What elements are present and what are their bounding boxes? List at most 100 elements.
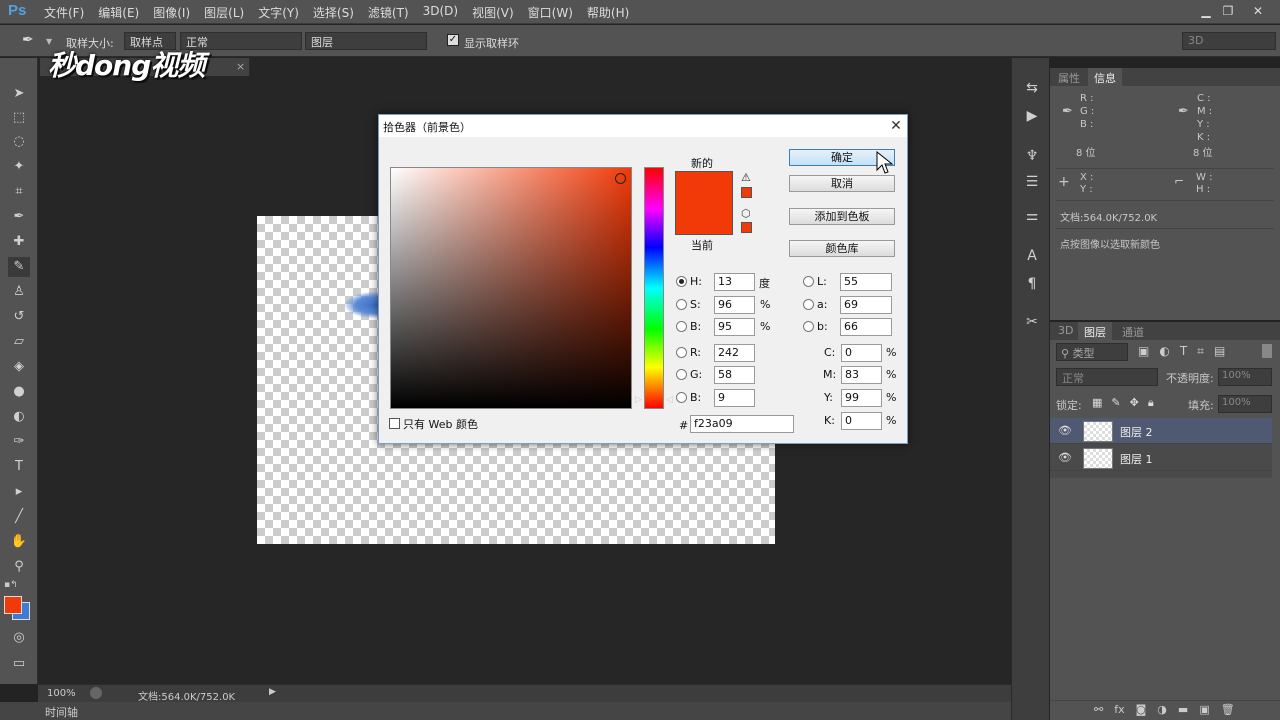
layer-row[interactable]: 👁︎ 图层 2 <box>1050 418 1272 444</box>
adjustment-layer-icon[interactable]: ◑ <box>1157 703 1167 716</box>
layer-filter-select[interactable]: ⚲ 类型 <box>1056 343 1128 361</box>
menu-help[interactable]: 帮助(H) <box>587 4 629 21</box>
shape-filter-icon[interactable]: ⌗ <box>1197 344 1204 359</box>
dodge-tool-icon[interactable]: ◐ <box>8 407 30 427</box>
menu-select[interactable]: 选择(S) <box>313 4 354 21</box>
filter-toggle[interactable] <box>1262 344 1272 358</box>
quick-mask-icon[interactable]: ◎ <box>8 628 30 648</box>
type-tool-icon[interactable]: T <box>8 457 30 477</box>
tab-channels[interactable]: 通道 <box>1116 322 1150 340</box>
close-window-icon[interactable]: ✕ <box>1248 2 1268 20</box>
eyedropper-tool-icon[interactable]: ✒ <box>8 207 30 227</box>
menu-view[interactable]: 视图(V) <box>472 4 514 21</box>
default-colors-icon[interactable]: ▪↰ <box>4 580 18 590</box>
move-tool-icon[interactable]: ➤ <box>8 84 30 104</box>
color-marker[interactable] <box>615 173 626 184</box>
crop-tool-icon[interactable]: ⌗ <box>8 182 30 202</box>
hue-slider-left-arrow-icon[interactable]: ▷ <box>635 395 642 405</box>
new-group-icon[interactable]: ▬ <box>1178 703 1188 716</box>
status-info-icon[interactable] <box>90 687 102 699</box>
visibility-eye-icon[interactable]: 👁︎ <box>1058 424 1072 437</box>
status-menu-arrow-icon[interactable]: ▶ <box>269 687 276 697</box>
layer-sample-select[interactable]: 图层 <box>305 32 427 50</box>
layer-name[interactable]: 图层 2 <box>1120 424 1153 440</box>
saturation-radio[interactable] <box>676 299 687 310</box>
web-only-checkbox[interactable] <box>389 418 400 429</box>
lab-b-radio[interactable] <box>803 321 814 332</box>
hue-slider-right-arrow-icon[interactable]: ◁ <box>666 395 673 405</box>
workspace-select[interactable]: 3D <box>1182 32 1276 50</box>
clone-source-icon[interactable]: ⚌ <box>1022 208 1042 228</box>
menu-file[interactable]: 文件(F) <box>44 4 84 21</box>
history-icon[interactable]: ⇆ <box>1022 80 1042 100</box>
hue-slider[interactable] <box>644 167 664 409</box>
lab-b-input[interactable]: 66 <box>840 318 892 336</box>
black-input[interactable]: 0 <box>841 412 882 430</box>
menu-3d[interactable]: 3D(D) <box>423 4 458 21</box>
delete-layer-icon[interactable]: 🗑︎ <box>1221 703 1235 716</box>
brush-presets-icon[interactable]: ♆ <box>1022 148 1042 168</box>
brightness-radio[interactable] <box>676 321 687 332</box>
pixel-filter-icon[interactable]: ▣ <box>1138 344 1149 359</box>
stamp-tool-icon[interactable]: ♙ <box>8 282 30 302</box>
lab-a-input[interactable]: 69 <box>840 296 892 314</box>
menu-filter[interactable]: 滤镜(T) <box>368 4 409 21</box>
yellow-input[interactable]: 99 <box>841 389 882 407</box>
red-radio[interactable] <box>676 347 687 358</box>
line-tool-icon[interactable]: ╱ <box>8 507 30 527</box>
current-color-swatch[interactable] <box>675 203 733 235</box>
pen-tool-icon[interactable]: ✑ <box>8 432 30 452</box>
restore-icon[interactable]: ❐ <box>1218 2 1238 20</box>
menu-layer[interactable]: 图层(L) <box>204 4 244 21</box>
lock-pixels-icon[interactable]: ✎ <box>1111 396 1120 410</box>
hand-tool-icon[interactable]: ✋ <box>8 532 30 552</box>
lab-l-radio[interactable] <box>803 276 814 287</box>
hue-input[interactable]: 13 <box>714 273 755 291</box>
screen-mode-icon[interactable]: ▭ <box>8 654 30 674</box>
adjust-filter-icon[interactable]: ◐ <box>1159 344 1169 359</box>
add-to-swatches-button[interactable]: 添加到色板 <box>789 208 895 225</box>
lasso-tool-icon[interactable]: ◌ <box>8 132 30 152</box>
character-icon[interactable]: A <box>1022 248 1042 268</box>
hex-input[interactable]: f23a09 <box>690 415 794 433</box>
type-filter-icon[interactable]: T <box>1180 344 1187 359</box>
blue-input[interactable]: 9 <box>714 389 755 407</box>
marquee-tool-icon[interactable]: ⬚ <box>8 108 30 128</box>
color-libraries-button[interactable]: 颜色库 <box>789 240 895 257</box>
hue-radio[interactable] <box>676 276 687 287</box>
adjustments-icon[interactable]: ☰ <box>1022 174 1042 194</box>
show-ring-checkbox[interactable]: ✓ <box>447 34 459 46</box>
eyedropper-icon[interactable]: ✒ <box>22 32 34 48</box>
paragraph-icon[interactable]: ¶ <box>1022 276 1042 296</box>
gamut-warning-icon[interactable]: ⚠ <box>741 171 751 184</box>
foreground-color-swatch[interactable] <box>4 596 22 614</box>
history-brush-icon[interactable]: ↺ <box>8 307 30 327</box>
web-safe-swatch[interactable] <box>741 222 752 233</box>
menu-image[interactable]: 图像(I) <box>153 4 190 21</box>
smart-filter-icon[interactable]: ▤ <box>1214 344 1225 359</box>
zoom-tool-icon[interactable]: ⚲ <box>8 557 30 577</box>
lock-all-icon[interactable]: 🔒︎ <box>1148 396 1154 410</box>
tab-layers[interactable]: 图层 <box>1078 322 1112 340</box>
timeline-bar[interactable]: 时间轴 <box>38 702 1011 720</box>
tab-3d[interactable]: 3D <box>1052 322 1079 340</box>
blue-radio[interactable] <box>676 392 687 403</box>
lock-transparency-icon[interactable]: ▦ <box>1092 396 1102 410</box>
brush-tool-icon[interactable]: ✎ <box>8 257 30 277</box>
cancel-button[interactable]: 取消 <box>789 175 895 192</box>
visibility-eye-icon[interactable]: 👁︎ <box>1058 451 1072 464</box>
fx-icon[interactable]: fx <box>1114 703 1124 716</box>
brightness-input[interactable]: 95 <box>714 318 755 336</box>
link-layers-icon[interactable]: ⚯ <box>1094 703 1103 716</box>
blend-mode-select[interactable]: 正常 <box>1056 368 1158 386</box>
saturation-input[interactable]: 96 <box>714 296 755 314</box>
add-mask-icon[interactable]: ◙ <box>1136 703 1147 716</box>
lock-position-icon[interactable]: ✥ <box>1130 396 1139 410</box>
close-tab-icon[interactable]: × <box>236 60 245 73</box>
new-layer-icon[interactable]: ▣ <box>1199 703 1209 716</box>
zoom-level[interactable]: 100% <box>47 688 76 699</box>
fill-input[interactable]: 100% <box>1218 395 1272 413</box>
menu-window[interactable]: 窗口(W) <box>528 4 573 21</box>
red-input[interactable]: 242 <box>714 344 755 362</box>
healing-brush-icon[interactable]: ✚ <box>8 232 30 252</box>
